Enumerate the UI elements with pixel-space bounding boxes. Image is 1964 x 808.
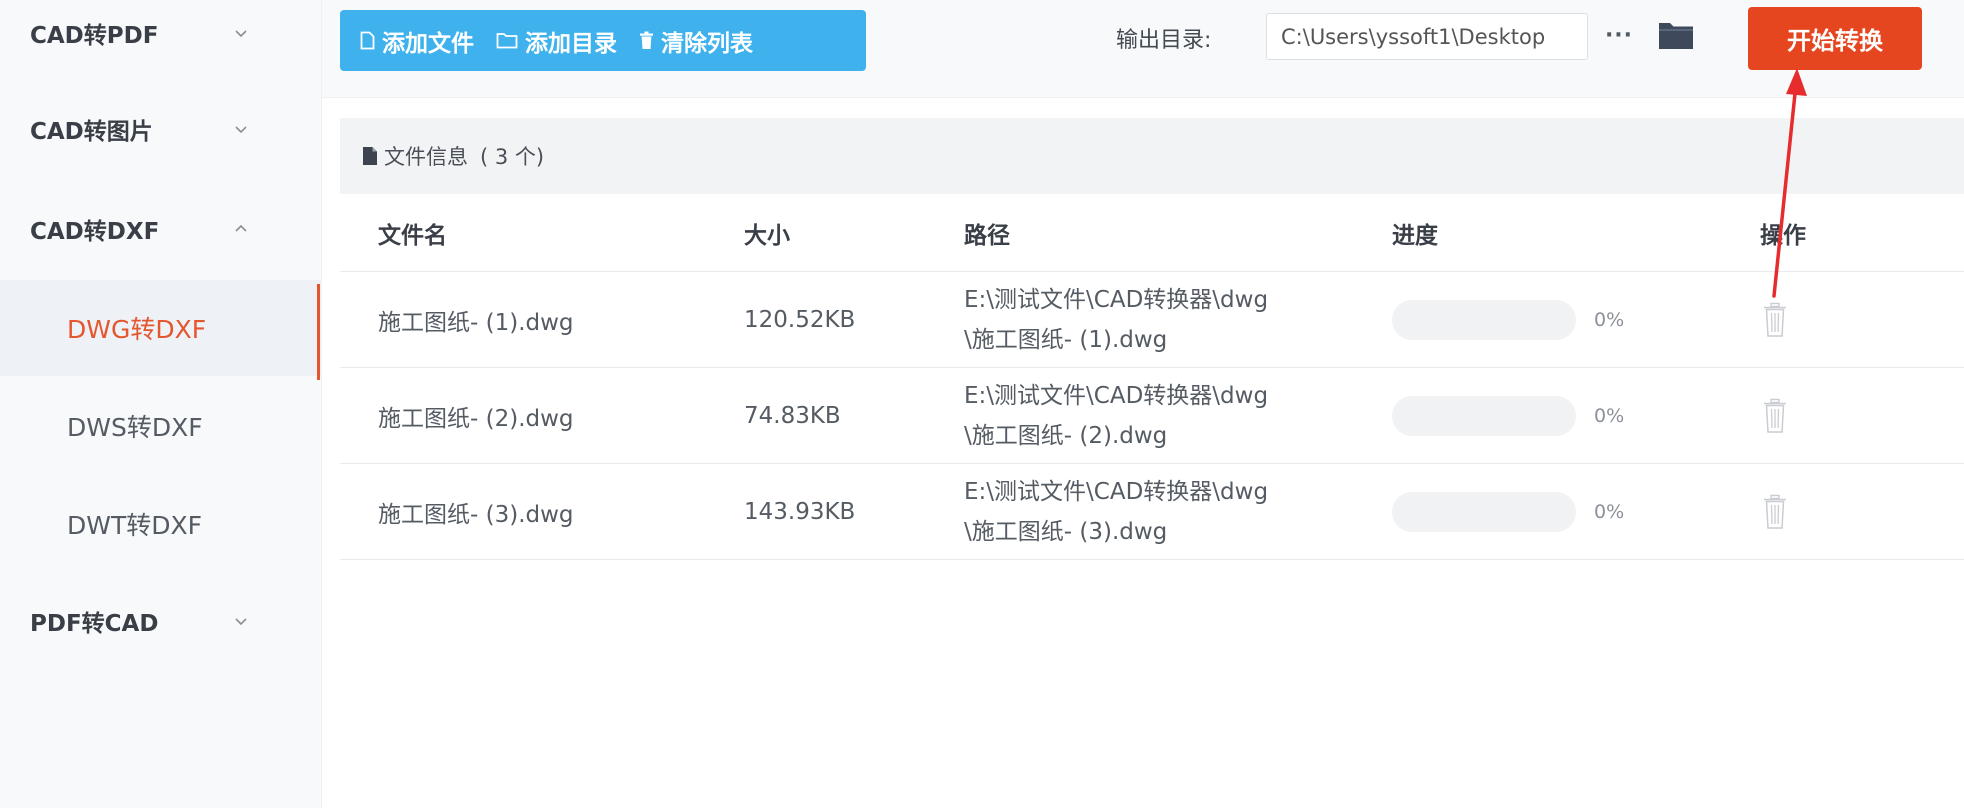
column-header-action: 操作 (1760, 222, 1806, 249)
add-directory-button[interactable]: 添加目录 (496, 24, 617, 58)
sidebar: CAD转PDF CAD转图片 CAD转DXF DWG转DXF DWS转DXF D… (0, 0, 322, 808)
sidebar-group-cad-to-image[interactable]: CAD转图片 (0, 96, 322, 162)
sidebar-group-cad-to-dxf[interactable]: CAD转DXF (0, 196, 322, 262)
trash-icon (640, 31, 653, 49)
sidebar-group-label: CAD转图片 (30, 119, 153, 145)
sidebar-item-dwg-to-dxf[interactable]: DWG转DXF (0, 280, 322, 380)
chevron-down-icon (235, 126, 247, 134)
sidebar-group-cad-to-pdf[interactable]: CAD转PDF (0, 0, 322, 66)
sidebar-item-dwt-to-dxf[interactable]: DWT转DXF (0, 476, 322, 572)
column-header-name: 文件名 (378, 222, 447, 249)
progress-percent: 0% (1594, 500, 1625, 523)
delete-row-button[interactable] (1760, 492, 1790, 532)
document-icon (363, 147, 377, 165)
file-path: E:\测试文件\CAD转换器\dwg\施工图纸- (1).dwg (964, 286, 1269, 353)
sidebar-item-label: DWG转DXF (67, 315, 207, 344)
file-name: 施工图纸- (3).dwg (378, 501, 574, 528)
output-directory-label: 输出目录: (1116, 28, 1212, 53)
chevron-up-icon (235, 224, 247, 232)
add-file-label: 添加文件 (382, 30, 474, 57)
delete-row-button[interactable] (1760, 300, 1790, 340)
table-row: 施工图纸- (3).dwg 143.93KB E:\测试文件\CAD转换器\dw… (340, 464, 1964, 560)
file-size: 143.93KB (744, 498, 856, 525)
add-directory-label: 添加目录 (525, 30, 617, 57)
folder-outline-icon (496, 33, 518, 49)
toolbar: 添加文件 添加目录 清除列表 输出目录: C:\Users\yssoft1\De… (322, 0, 1964, 98)
clear-list-button[interactable]: 清除列表 (639, 24, 753, 58)
file-name: 施工图纸- (1).dwg (378, 309, 574, 336)
sidebar-item-label: DWT转DXF (67, 511, 202, 540)
app-window: CAD转PDF CAD转图片 CAD转DXF DWG转DXF DWS转DXF D… (0, 0, 1964, 808)
file-size: 74.83KB (744, 402, 841, 429)
progress-bar (1392, 491, 1576, 532)
column-header-size: 大小 (744, 222, 790, 249)
file-name: 施工图纸- (2).dwg (378, 405, 574, 432)
file-info-bar: 文件信息 ( 3 个) (340, 118, 1964, 194)
output-directory-input[interactable] (1266, 13, 1588, 60)
table-row: 施工图纸- (2).dwg 74.83KB E:\测试文件\CAD转换器\dwg… (340, 368, 1964, 464)
progress-percent: 0% (1594, 308, 1625, 331)
sidebar-item-dws-to-dxf[interactable]: DWS转DXF (0, 378, 322, 474)
trash-icon (1764, 398, 1786, 433)
file-actions-group: 添加文件 添加目录 清除列表 (340, 10, 866, 71)
clear-list-label: 清除列表 (661, 30, 753, 57)
chevron-down-icon (235, 618, 247, 626)
sidebar-group-label: CAD转DXF (30, 219, 160, 245)
folder-icon[interactable] (1656, 18, 1696, 52)
add-file-button[interactable]: 添加文件 (360, 24, 474, 58)
file-icon (360, 31, 375, 50)
file-count: ( 3 个) (480, 145, 545, 169)
main-panel: 添加文件 添加目录 清除列表 输出目录: C:\Users\yssoft1\De… (322, 0, 1964, 808)
sidebar-item-label: DWS转DXF (67, 413, 203, 442)
file-path: E:\测试文件\CAD转换器\dwg\施工图纸- (3).dwg (964, 478, 1269, 545)
start-convert-button[interactable]: 开始转换 (1748, 7, 1922, 70)
progress-bar (1392, 299, 1576, 340)
table-header: 文件名 大小 路径 进度 操作 (340, 194, 1964, 272)
progress-percent: 0% (1594, 404, 1625, 427)
trash-icon (1764, 494, 1786, 529)
sidebar-group-label: CAD转PDF (30, 23, 159, 49)
column-header-progress: 进度 (1392, 222, 1438, 249)
sidebar-group-pdf-to-cad[interactable]: PDF转CAD (0, 588, 322, 654)
file-table: 文件名 大小 路径 进度 操作 施工图纸- (1).dwg 120.52KB E… (340, 194, 1964, 560)
column-header-path: 路径 (964, 222, 1010, 249)
file-path: E:\测试文件\CAD转换器\dwg\施工图纸- (2).dwg (964, 382, 1269, 449)
more-options-button[interactable]: ··· (1602, 18, 1636, 52)
file-info-label: 文件信息 (384, 145, 468, 169)
progress-bar (1392, 395, 1576, 436)
file-size: 120.52KB (744, 306, 856, 333)
table-row: 施工图纸- (1).dwg 120.52KB E:\测试文件\CAD转换器\dw… (340, 272, 1964, 368)
delete-row-button[interactable] (1760, 396, 1790, 436)
trash-icon (1764, 302, 1786, 337)
chevron-down-icon (235, 30, 247, 38)
sidebar-group-label: PDF转CAD (30, 611, 159, 637)
